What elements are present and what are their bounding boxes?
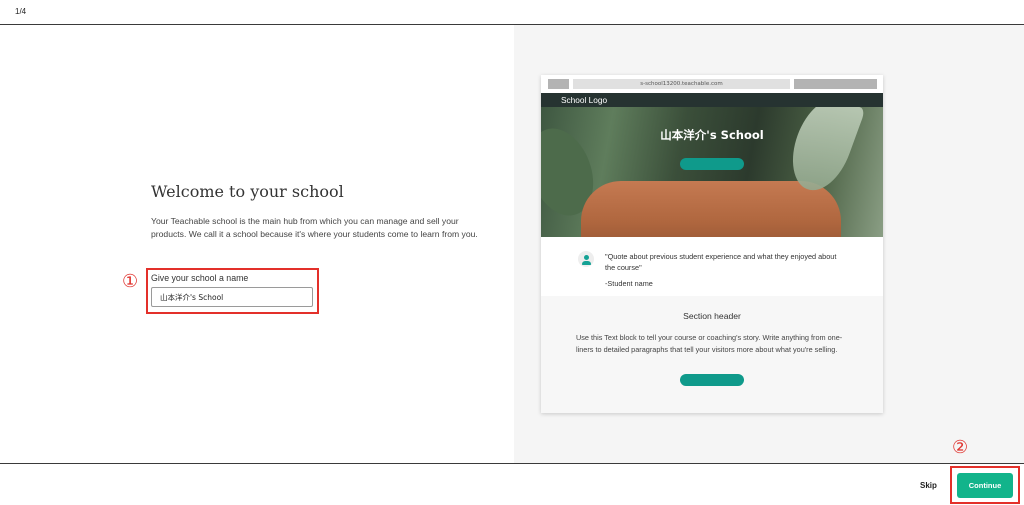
top-bar: 1/4 <box>0 0 1024 25</box>
school-name-input[interactable] <box>151 287 313 307</box>
school-preview-card: s-school13200.teachable.com School Logo … <box>541 75 883 413</box>
hero-school-title: 山本洋介's School <box>660 128 764 142</box>
user-icon <box>578 251 594 267</box>
section-body: Use this Text block to tell your course … <box>576 333 843 354</box>
testimonial-author: -Student name <box>605 279 653 288</box>
school-name-label: Give your school a name <box>151 273 249 283</box>
school-logo-text: School Logo <box>561 95 608 105</box>
browser-controls-left <box>548 79 569 89</box>
continue-button[interactable]: Continue <box>957 473 1013 498</box>
testimonial-quote: "Quote about previous student experience… <box>605 252 837 272</box>
browser-chrome: s-school13200.teachable.com <box>541 75 883 93</box>
text-section: Section header Use this Text block to te… <box>541 296 883 413</box>
preview-navbar: School Logo <box>541 93 883 107</box>
section-header: Section header <box>683 311 741 321</box>
hero-button <box>680 158 744 170</box>
section-button <box>680 374 744 386</box>
annotation-marker-1: ① <box>122 271 139 291</box>
preview-hero-image: 山本洋介's School <box>541 107 883 237</box>
plant-pot <box>581 181 841 237</box>
page-title: Welcome to your school <box>151 182 344 201</box>
browser-controls-right <box>794 79 877 89</box>
testimonial-section: "Quote about previous student experience… <box>541 237 883 296</box>
step-counter: 1/4 <box>15 7 27 16</box>
skip-button[interactable]: Skip <box>920 481 937 490</box>
page-description: Your Teachable school is the main hub fr… <box>151 216 478 239</box>
annotation-marker-2: ② <box>952 437 969 457</box>
browser-url-bar: s-school13200.teachable.com <box>573 79 790 89</box>
footer-divider <box>0 463 1024 464</box>
